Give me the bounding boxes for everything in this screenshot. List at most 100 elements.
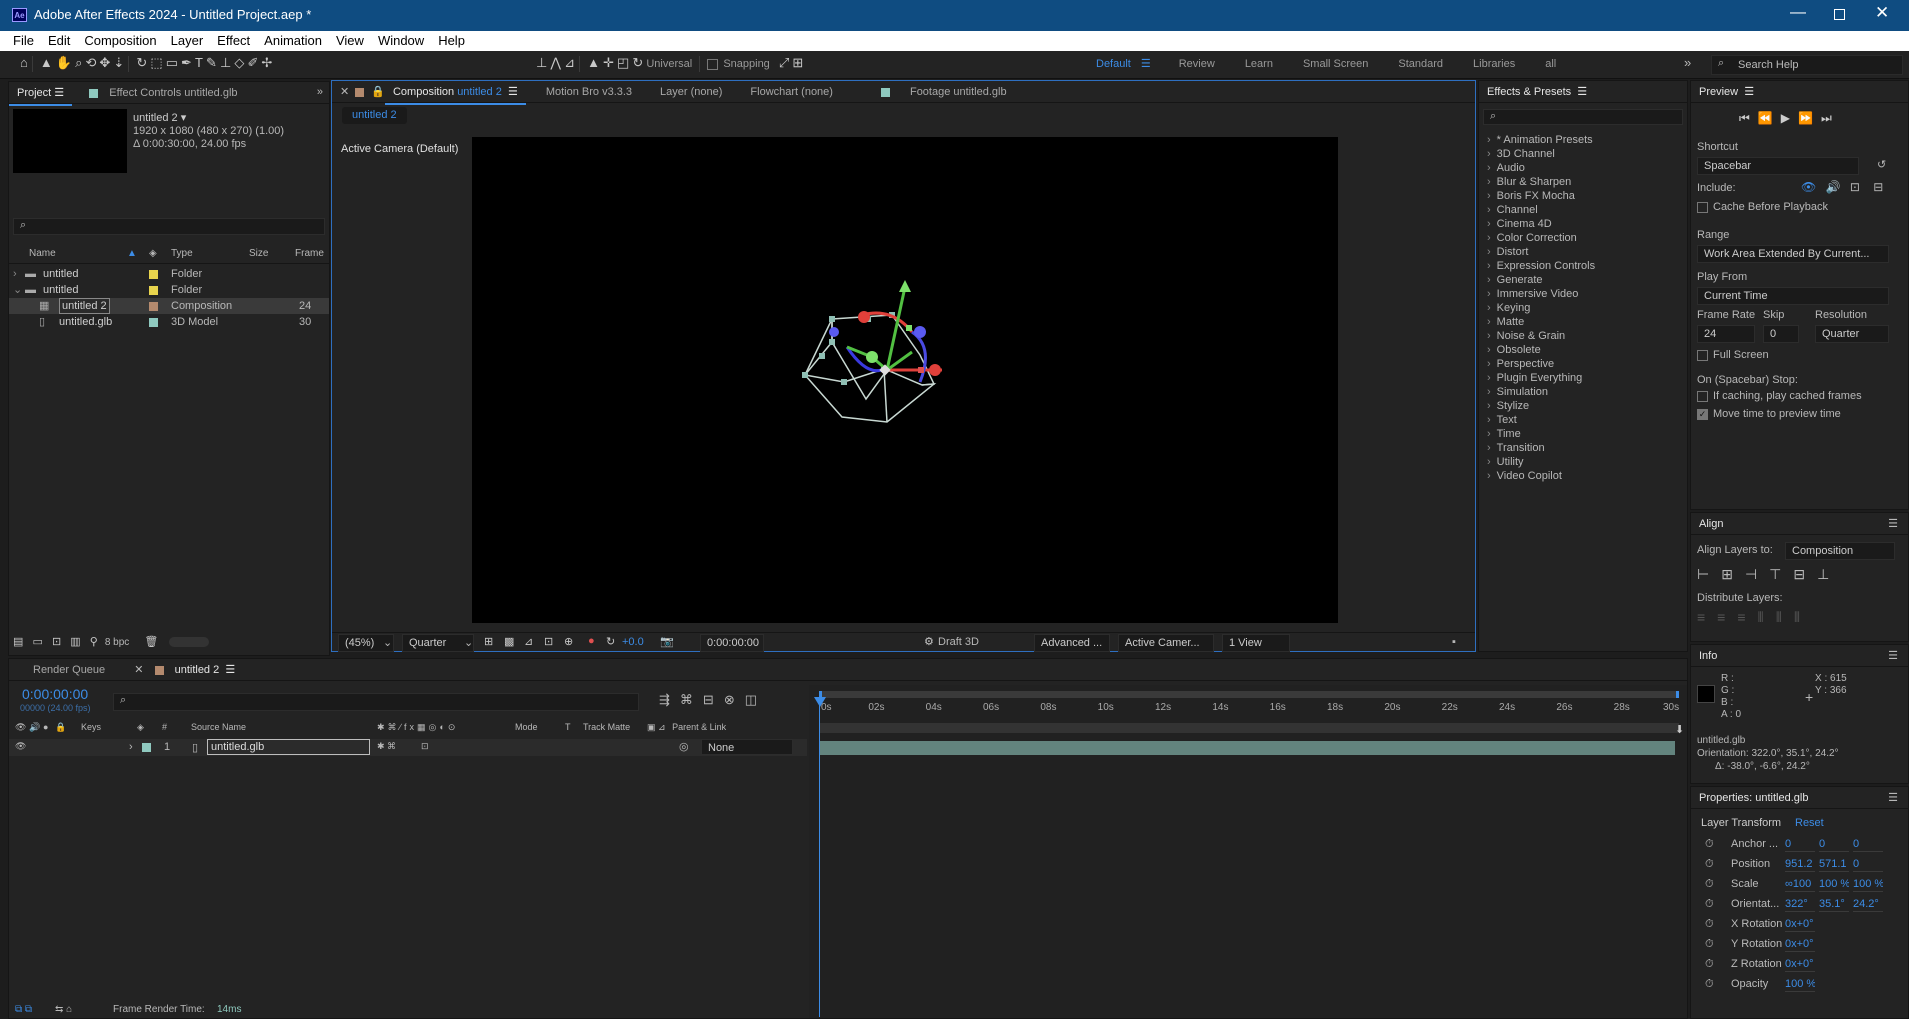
align-vcenter-icon[interactable]: ⊟	[1793, 566, 1817, 582]
renderer-dropdown[interactable]: Advanced ...	[1034, 634, 1110, 652]
axis-view-icon[interactable]: ⊿	[564, 55, 575, 71]
rectangle-tool-icon[interactable]: ▭	[166, 55, 178, 71]
workspace-standard[interactable]: Standard	[1398, 58, 1443, 70]
lock-icon[interactable]: 🔒	[371, 86, 385, 98]
effect-category[interactable]: › * Animation Presets	[1487, 133, 1685, 147]
stopwatch-icon[interactable]: ⏱	[1705, 854, 1714, 874]
effect-category[interactable]: › Stylize	[1487, 399, 1685, 413]
reset-transform-link[interactable]: Reset	[1795, 817, 1824, 829]
first-frame-icon[interactable]: ⏮	[1739, 111, 1758, 125]
roto-brush-icon[interactable]: ✐	[247, 55, 258, 71]
tab-effect-controls[interactable]: Effect Controls untitled.glb	[101, 82, 245, 104]
effects-search[interactable]: ⌕	[1483, 109, 1683, 125]
distribute-vcenter-icon[interactable]: ≡	[1717, 609, 1737, 625]
properties-title[interactable]: Properties: untitled.glb	[1691, 787, 1816, 809]
comp-viewer[interactable]	[472, 137, 1338, 623]
hand-tool-icon[interactable]: ✋	[56, 55, 72, 71]
item-name[interactable]: untitled	[43, 282, 78, 298]
tab-flowchart[interactable]: Flowchart (none)	[742, 81, 841, 103]
item-name[interactable]: untitled 2	[59, 298, 110, 314]
distribute-left-icon[interactable]: ⦀	[1758, 609, 1776, 625]
clone-stamp-icon[interactable]: ⊥	[220, 55, 231, 71]
maximize-icon[interactable]	[1834, 9, 1845, 20]
effects-presets-title[interactable]: Effects & Presets ☰	[1479, 81, 1595, 103]
new-folder-icon[interactable]: ▭	[32, 635, 42, 648]
workspace-overflow-icon[interactable]: »	[1684, 55, 1691, 70]
layer-row[interactable]: 👁 › 1 ▯ untitled.glb ✱ ⌘ ⊡ ◎ None	[9, 739, 807, 756]
layer-switches-toggle-icon[interactable]: ⧉ ⧉	[15, 1004, 32, 1015]
layer-switches-icons[interactable]: ✱ ⌘ ⊡	[377, 741, 429, 752]
menu-file[interactable]: File	[6, 31, 41, 51]
layer-duration-bar[interactable]	[819, 741, 1675, 755]
expand-toggle-icon[interactable]: ›	[13, 266, 17, 282]
property-value[interactable]: 951.2	[1785, 857, 1815, 872]
project-scrollbar[interactable]	[169, 637, 210, 648]
align-left-icon[interactable]: ⊢	[1697, 566, 1721, 582]
play-icon[interactable]: ▶	[1781, 111, 1798, 125]
effect-category[interactable]: › Boris FX Mocha	[1487, 189, 1685, 203]
effect-category[interactable]: › Matte	[1487, 315, 1685, 329]
stopwatch-icon[interactable]: ⏱	[1705, 874, 1714, 894]
effect-category[interactable]: › Color Correction	[1487, 231, 1685, 245]
panel-overflow-icon[interactable]: »	[317, 86, 323, 98]
minimize-icon[interactable]: —	[1790, 4, 1806, 22]
property-value[interactable]: ∞100	[1785, 877, 1815, 892]
close-icon[interactable]: ✕	[1875, 3, 1889, 23]
snap-options-icon[interactable]: ⤢	[779, 55, 789, 71]
effect-category[interactable]: › Expression Controls	[1487, 259, 1685, 273]
comp-marker-icon[interactable]: ⬇	[1675, 723, 1684, 736]
effect-category[interactable]: › Text	[1487, 413, 1685, 427]
pan-tool-icon[interactable]: ✥	[99, 55, 110, 71]
item-name[interactable]: untitled	[43, 266, 78, 282]
playhead-marker[interactable]	[814, 697, 826, 707]
cache-before-checkbox[interactable]	[1697, 201, 1708, 213]
3d-select-icon[interactable]: ▲	[587, 55, 600, 70]
rotate-tool-icon[interactable]: ↻	[136, 55, 147, 71]
stopwatch-icon[interactable]: ⏱	[1705, 834, 1714, 854]
property-value[interactable]: 100 %	[1785, 977, 1815, 992]
effect-category[interactable]: › Audio	[1487, 161, 1685, 175]
menu-composition[interactable]: Composition	[77, 31, 163, 51]
effect-category[interactable]: › Time	[1487, 427, 1685, 441]
tab-motion[interactable]: Motion Bro v3.3.3	[538, 81, 640, 103]
expand-layer-icon[interactable]: ›	[129, 741, 133, 753]
close-tab-icon[interactable]: ✕	[332, 86, 355, 98]
label-swatch[interactable]	[149, 270, 158, 279]
property-value[interactable]: 0	[1819, 837, 1849, 852]
tab-render-queue[interactable]: Render Queue	[25, 659, 113, 681]
effect-category[interactable]: › Video Copilot	[1487, 469, 1685, 483]
property-value[interactable]: 0	[1853, 837, 1883, 852]
expand-toggle-icon[interactable]: ⌄	[13, 282, 22, 298]
label-swatch[interactable]	[149, 286, 158, 295]
mask-visibility-icon[interactable]: ⊿	[524, 635, 533, 648]
panel-menu-icon[interactable]: ☰	[1888, 517, 1898, 530]
transfer-controls-icon[interactable]: ⇆ ⌂	[55, 1004, 72, 1015]
effect-category[interactable]: › Immersive Video	[1487, 287, 1685, 301]
3d-rotate-icon[interactable]: ↻	[632, 55, 643, 71]
draft-3d-toggle-icon[interactable]: ⌘	[680, 692, 703, 707]
orbit-tool-icon[interactable]: ⟲	[85, 55, 96, 71]
distribute-right-icon[interactable]: ⦀	[1794, 609, 1812, 625]
stopwatch-icon[interactable]: ⏱	[1705, 914, 1714, 934]
align-to-dropdown[interactable]: Composition	[1785, 542, 1895, 560]
menu-effect[interactable]: Effect	[210, 31, 257, 51]
work-area-bar[interactable]	[819, 691, 1679, 698]
property-value[interactable]: 0x+0°	[1785, 937, 1815, 952]
3d-move-icon[interactable]: ✛	[603, 55, 614, 71]
comp-mini-flowchart-icon[interactable]: ⇶	[659, 692, 680, 707]
label-swatch[interactable]	[149, 318, 158, 327]
bpc-label[interactable]: 8 bpc	[105, 637, 129, 648]
axis-world-icon[interactable]: ⋀	[550, 55, 561, 71]
workspace-learn[interactable]: Learn	[1245, 58, 1273, 70]
item-name[interactable]: untitled.glb	[59, 314, 112, 330]
frame-rate-dropdown[interactable]: 24	[1697, 325, 1755, 343]
distribute-top-icon[interactable]: ≡	[1697, 609, 1717, 625]
camera-dropdown[interactable]: Active Camer...	[1118, 634, 1214, 652]
current-time-field[interactable]: 0:00:00:00	[700, 634, 764, 652]
home-icon[interactable]: ⌂	[20, 55, 28, 70]
workspace-review[interactable]: Review	[1179, 58, 1215, 70]
property-value[interactable]: 322°	[1785, 897, 1815, 912]
axis-local-icon[interactable]: ⊥	[536, 55, 547, 71]
panel-menu-icon[interactable]: ▪	[1452, 636, 1456, 648]
property-value[interactable]: 100 %	[1819, 877, 1849, 892]
